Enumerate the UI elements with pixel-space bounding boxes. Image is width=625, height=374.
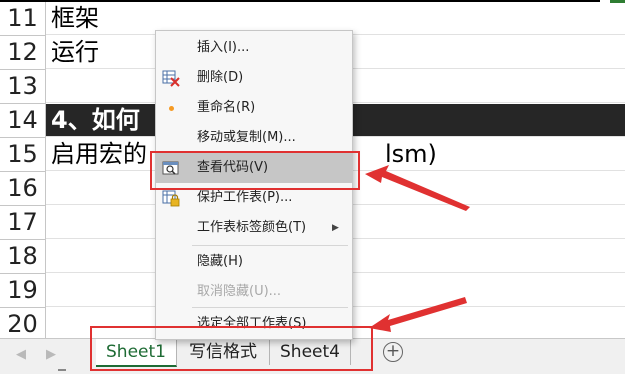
arrow-to-view-code — [365, 165, 470, 211]
arrow-to-sheet-tabs — [369, 297, 467, 332]
annotation-arrows — [365, 165, 470, 332]
